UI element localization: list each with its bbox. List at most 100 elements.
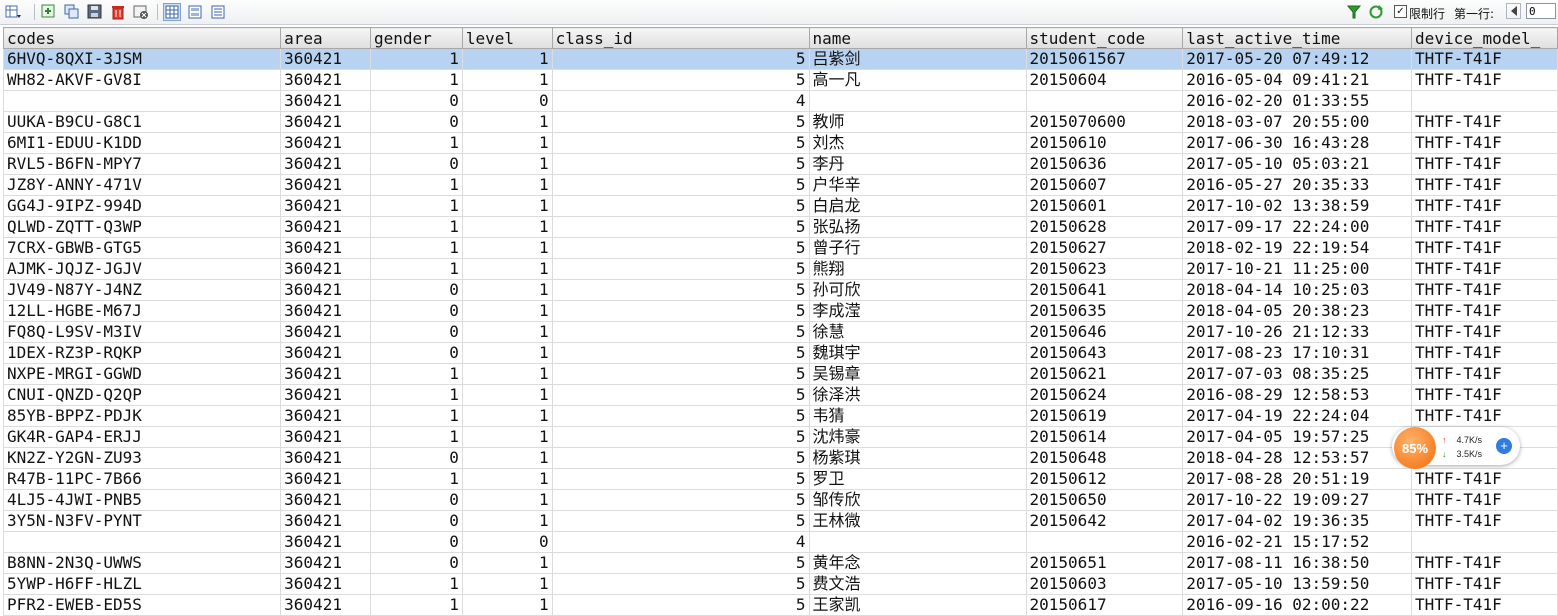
cell-codes[interactable]: 4LJ5-4JWI-PNB5 bbox=[2, 489, 282, 511]
cell-student-code[interactable]: 2015061567 bbox=[1025, 48, 1184, 70]
cell-student-code[interactable]: 20150610 bbox=[1025, 132, 1184, 154]
cell-gender[interactable]: 1 bbox=[370, 573, 463, 595]
cell-last-active-time[interactable]: 2017-10-21 11:25:00 bbox=[1182, 258, 1413, 280]
cell-student-code[interactable]: 20150651 bbox=[1025, 552, 1184, 574]
cell-codes[interactable]: JZ8Y-ANNY-471V bbox=[2, 174, 282, 196]
cell-last-active-time[interactable]: 2017-10-26 21:12:33 bbox=[1182, 321, 1413, 343]
cell-last-active-time[interactable]: 2017-05-10 13:59:50 bbox=[1182, 573, 1413, 595]
cell-codes[interactable]: QLWD-ZQTT-Q3WP bbox=[2, 216, 282, 238]
cell-device-model[interactable]: THTF-T41F bbox=[1411, 111, 1558, 133]
cell-level[interactable]: 1 bbox=[461, 174, 553, 196]
cell-device-model[interactable]: THTF-T41F bbox=[1411, 552, 1558, 574]
cell-last-active-time[interactable]: 2017-10-02 13:38:59 bbox=[1182, 195, 1413, 217]
cell-last-active-time[interactable]: 2016-05-27 20:35:33 bbox=[1182, 174, 1413, 196]
cell-last-active-time[interactable]: 2018-04-28 12:53:57 bbox=[1182, 447, 1413, 469]
cell-codes[interactable]: NXPE-MRGI-GGWD bbox=[2, 363, 282, 385]
cell-class-id[interactable]: 4 bbox=[551, 531, 810, 553]
cell-last-active-time[interactable]: 2016-05-04 09:41:21 bbox=[1182, 69, 1413, 91]
cell-name[interactable]: 王家凯 bbox=[808, 594, 1027, 616]
cell-area[interactable]: 360421 bbox=[280, 489, 371, 511]
column-header-student-code[interactable]: student_code bbox=[1025, 27, 1184, 49]
cell-student-code[interactable]: 20150607 bbox=[1025, 174, 1184, 196]
cell-gender[interactable]: 1 bbox=[370, 405, 463, 427]
cell-codes[interactable]: B8NN-2N3Q-UWWS bbox=[2, 552, 282, 574]
cell-student-code[interactable]: 20150648 bbox=[1025, 447, 1184, 469]
cell-device-model[interactable]: THTF-T41F bbox=[1411, 342, 1558, 364]
cell-name[interactable]: 魏琪宇 bbox=[808, 342, 1027, 364]
cell-student-code[interactable]: 20150641 bbox=[1025, 279, 1184, 301]
text-view-icon[interactable] bbox=[209, 3, 227, 21]
cell-codes[interactable]: 6MI1-EDUU-K1DD bbox=[2, 132, 282, 154]
cell-codes[interactable]: 1DEX-RZ3P-RQKP bbox=[2, 342, 282, 364]
cell-last-active-time[interactable]: 2017-05-20 07:49:12 bbox=[1182, 48, 1413, 70]
cell-gender[interactable]: 0 bbox=[370, 447, 463, 469]
cell-codes[interactable]: FQ8Q-L9SV-M3IV bbox=[2, 321, 282, 343]
cell-codes[interactable]: 12LL-HGBE-M67J bbox=[2, 300, 282, 322]
table-row[interactable]: PFR2-EWEB-ED5S 360421 1 1 5 王家凯 20150617 2016-0… bbox=[2, 594, 1558, 616]
cell-gender[interactable]: 1 bbox=[370, 384, 463, 406]
cell-gender[interactable]: 1 bbox=[370, 594, 463, 616]
cell-device-model[interactable]: THTF-T41F bbox=[1411, 321, 1558, 343]
cell-last-active-time[interactable]: 2016-09-16 02:00:22 bbox=[1182, 594, 1413, 616]
column-header-level[interactable]: level bbox=[461, 27, 553, 49]
cell-last-active-time[interactable]: 2017-04-19 22:24:04 bbox=[1182, 405, 1413, 427]
cell-class-id[interactable]: 5 bbox=[551, 468, 810, 490]
cell-student-code[interactable]: 20150614 bbox=[1025, 426, 1184, 448]
cell-name[interactable]: 孙可欣 bbox=[808, 279, 1027, 301]
cell-level[interactable]: 1 bbox=[461, 489, 553, 511]
cell-device-model[interactable]: THTF-T41F bbox=[1411, 69, 1558, 91]
cell-codes[interactable]: GK4R-GAP4-ERJJ bbox=[2, 426, 282, 448]
cell-gender[interactable]: 1 bbox=[370, 363, 463, 385]
table-row[interactable]: RVL5-B6FN-MPY7 360421 0 1 5 李丹 20150636 2017-05… bbox=[2, 153, 1558, 175]
table-row[interactable]: 360421 0 0 4 2016-02-20 01:33:55 bbox=[2, 90, 1558, 112]
table-row[interactable]: 1DEX-RZ3P-RQKP 360421 0 1 5 魏琪宇 20150643 2017-0… bbox=[2, 342, 1558, 364]
cell-last-active-time[interactable]: 2017-08-28 20:51:19 bbox=[1182, 468, 1413, 490]
cell-level[interactable]: 1 bbox=[461, 69, 553, 91]
table-row[interactable]: QLWD-ZQTT-Q3WP 360421 1 1 5 张弘扬 20150628 2017-0… bbox=[2, 216, 1558, 238]
cell-class-id[interactable]: 5 bbox=[551, 48, 810, 70]
cell-device-model[interactable]: THTF-T41F bbox=[1411, 405, 1558, 427]
cell-gender[interactable]: 1 bbox=[370, 468, 463, 490]
cell-device-model[interactable]: THTF-T41F bbox=[1411, 594, 1558, 616]
cell-codes[interactable]: PFR2-EWEB-ED5S bbox=[2, 594, 282, 616]
table-row[interactable]: 85YB-BPPZ-PDJK 360421 1 1 5 韦猜 20150619 2017-04… bbox=[2, 405, 1558, 427]
cell-gender[interactable]: 0 bbox=[370, 279, 463, 301]
network-speed-widget[interactable]: 85% ↑ 4.7K/s ↓ 3.5K/s + bbox=[1392, 427, 1520, 469]
cell-gender[interactable]: 0 bbox=[370, 321, 463, 343]
cell-area[interactable]: 360421 bbox=[280, 90, 371, 112]
cell-student-code[interactable]: 20150624 bbox=[1025, 384, 1184, 406]
cell-last-active-time[interactable]: 2016-02-20 01:33:55 bbox=[1182, 90, 1413, 112]
cell-gender[interactable]: 0 bbox=[370, 489, 463, 511]
cell-name[interactable]: 高一凡 bbox=[808, 69, 1027, 91]
cell-name[interactable]: 杨紫琪 bbox=[808, 447, 1027, 469]
cell-name[interactable]: 户华辛 bbox=[808, 174, 1027, 196]
column-header-last-active-time[interactable]: last_active_time bbox=[1182, 27, 1413, 49]
table-row[interactable]: KN2Z-Y2GN-ZU93 360421 0 1 5 杨紫琪 20150648 2018-0… bbox=[2, 447, 1558, 469]
cell-gender[interactable]: 0 bbox=[370, 111, 463, 133]
cell-area[interactable]: 360421 bbox=[280, 321, 371, 343]
cell-name[interactable]: 熊翔 bbox=[808, 258, 1027, 280]
cell-level[interactable]: 1 bbox=[461, 258, 553, 280]
cell-codes[interactable]: 6HVQ-8QXI-3JSM bbox=[2, 48, 282, 70]
cell-class-id[interactable]: 5 bbox=[551, 426, 810, 448]
cell-codes[interactable] bbox=[2, 531, 282, 553]
column-header-gender[interactable]: gender bbox=[370, 27, 463, 49]
cell-name[interactable]: 教师 bbox=[808, 111, 1027, 133]
clear-icon[interactable] bbox=[132, 3, 150, 21]
cell-level[interactable]: 1 bbox=[461, 153, 553, 175]
table-row[interactable]: WH82-AKVF-GV8I 360421 1 1 5 高一凡 20150604 2016-0… bbox=[2, 69, 1558, 91]
cell-device-model[interactable]: THTF-T41F bbox=[1411, 153, 1558, 175]
first-row-input[interactable] bbox=[1526, 3, 1556, 19]
cell-last-active-time[interactable]: 2016-08-29 12:58:53 bbox=[1182, 384, 1413, 406]
cell-student-code[interactable]: 20150642 bbox=[1025, 510, 1184, 532]
cell-device-model[interactable]: THTF-T41F bbox=[1411, 384, 1558, 406]
cell-level[interactable]: 1 bbox=[461, 216, 553, 238]
cell-gender[interactable]: 0 bbox=[370, 552, 463, 574]
cell-area[interactable]: 360421 bbox=[280, 447, 371, 469]
cell-device-model[interactable]: THTF-T41F bbox=[1411, 174, 1558, 196]
cell-last-active-time[interactable]: 2017-05-10 05:03:21 bbox=[1182, 153, 1413, 175]
cell-area[interactable]: 360421 bbox=[280, 237, 371, 259]
column-header-device-model[interactable]: device_model_ bbox=[1411, 27, 1558, 49]
cell-device-model[interactable]: THTF-T41F bbox=[1411, 216, 1558, 238]
cell-name[interactable] bbox=[808, 90, 1027, 112]
